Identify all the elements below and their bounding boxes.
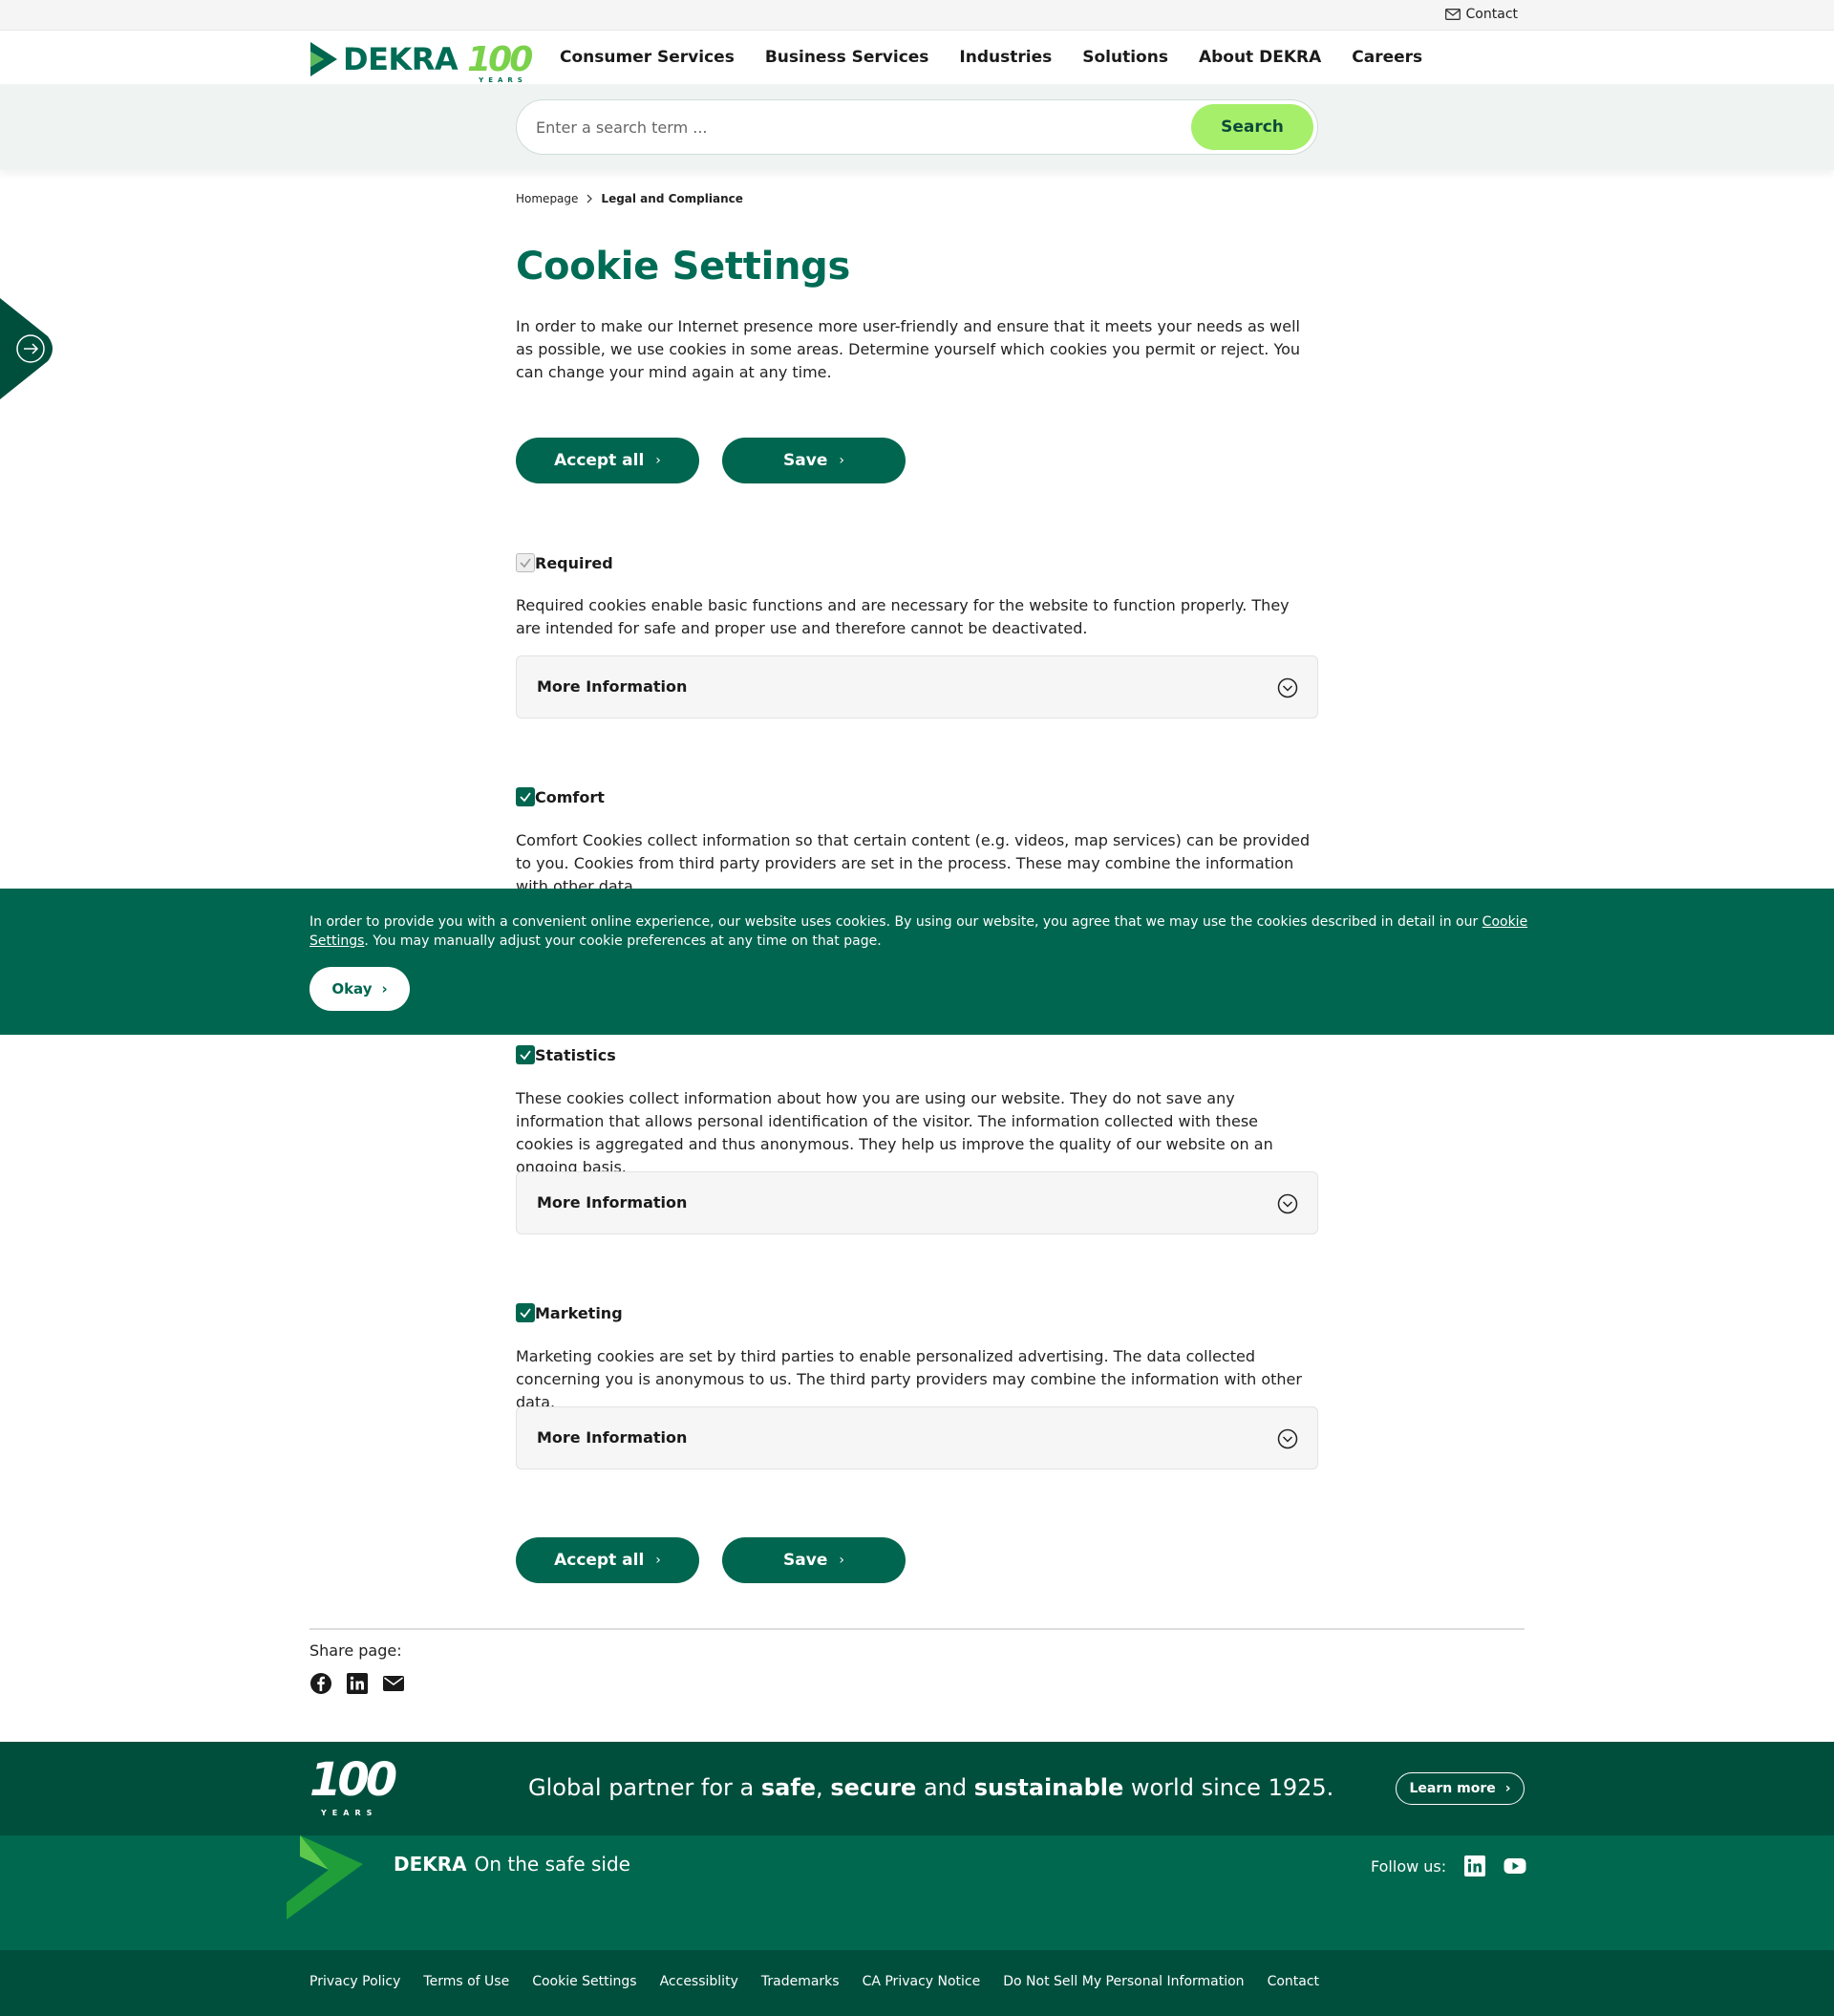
content-divider: [309, 1628, 1525, 1630]
footer-link-cookie-settings[interactable]: Cookie Settings: [532, 1974, 636, 1989]
dekra-footer-logo-icon: [287, 1835, 363, 1919]
nav-careers[interactable]: Careers: [1352, 48, 1422, 67]
chevron-right-icon: ›: [839, 453, 844, 468]
footer-links-bar: Privacy Policy Terms of Use Cookie Setti…: [0, 1950, 1834, 2016]
learn-more-button[interactable]: Learn more ›: [1396, 1772, 1525, 1805]
save-button[interactable]: Save ›: [722, 438, 906, 483]
more-info-statistics[interactable]: More Information: [516, 1171, 1318, 1234]
more-info-label: More Information: [537, 677, 688, 696]
breadcrumb: Homepage Legal and Compliance: [516, 192, 743, 205]
section-marketing-header: Marketing: [516, 1303, 623, 1322]
footer-link-ca-privacy-notice[interactable]: CA Privacy Notice: [863, 1974, 981, 1989]
chevron-right-icon: ›: [655, 453, 661, 468]
chevron-right-icon: [586, 194, 593, 204]
logo-100-years: 100 YEARS: [467, 39, 533, 84]
comfort-checkbox[interactable]: [516, 787, 535, 806]
save-button-bottom[interactable]: Save ›: [722, 1537, 906, 1583]
chevron-down-circle-icon: [1277, 677, 1298, 698]
mail-icon: [1444, 9, 1461, 20]
chevron-right-icon: ›: [1504, 1781, 1511, 1796]
linkedin-icon[interactable]: [346, 1672, 369, 1695]
chevron-right-icon: ›: [655, 1553, 661, 1568]
section-marketing-description: Marketing cookies are set by third parti…: [516, 1347, 1302, 1411]
dekra-logo-mark-icon: [310, 42, 337, 76]
intro-text: In order to make our Internet presence m…: [516, 317, 1301, 381]
required-checkbox: [516, 553, 535, 572]
section-required-header: Required: [516, 553, 613, 572]
accept-all-button[interactable]: Accept all ›: [516, 438, 699, 483]
footer-link-privacy-policy[interactable]: Privacy Policy: [309, 1974, 400, 1989]
search-box: Search: [516, 99, 1318, 155]
more-info-label: More Information: [537, 1193, 688, 1212]
breadcrumb-current: Legal and Compliance: [601, 192, 743, 205]
section-comfort-title: Comfort: [535, 787, 605, 806]
nav-business-services[interactable]: Business Services: [765, 48, 929, 67]
statistics-checkbox[interactable]: [516, 1045, 535, 1064]
anniversary-tagline: Global partner for a safe, secure and su…: [528, 1774, 1334, 1801]
page-title: Cookie Settings: [516, 245, 850, 289]
share-icons: [309, 1672, 405, 1695]
okay-button[interactable]: Okay ›: [309, 967, 410, 1011]
anniversary-band: 100 YEARS Global partner for a safe, secu…: [0, 1742, 1834, 1835]
side-drawer-tab[interactable]: [0, 298, 57, 399]
logo-text: DEKRA: [343, 41, 458, 77]
search-input[interactable]: [536, 100, 1166, 154]
follow-label: Follow us:: [1371, 1856, 1447, 1876]
section-statistics-title: Statistics: [535, 1045, 616, 1064]
marketing-checkbox[interactable]: [516, 1303, 535, 1322]
utility-bar: Contact: [0, 0, 1834, 31]
section-required-title: Required: [535, 553, 613, 572]
breadcrumb-home[interactable]: Homepage: [516, 192, 578, 205]
nav-about-dekra[interactable]: About DEKRA: [1199, 48, 1321, 67]
footer-main: DEKRA On the safe side Follow us:: [0, 1835, 1834, 1950]
footer-link-accessibility[interactable]: Accessiblity: [660, 1974, 738, 1989]
linkedin-icon[interactable]: [1463, 1855, 1486, 1877]
more-info-required[interactable]: More Information: [516, 655, 1318, 718]
section-statistics-header: Statistics: [516, 1045, 616, 1064]
youtube-icon[interactable]: [1503, 1855, 1526, 1877]
more-info-label: More Information: [537, 1428, 688, 1447]
chevron-right-icon: ›: [839, 1553, 844, 1568]
footer-links: Privacy Policy Terms of Use Cookie Setti…: [309, 1974, 1319, 1989]
section-statistics-description: These cookies collect information about …: [516, 1089, 1273, 1176]
dekra-logo[interactable]: DEKRA 100 YEARS: [309, 36, 533, 84]
nav-solutions[interactable]: Solutions: [1082, 48, 1168, 67]
chevron-right-icon: ›: [381, 980, 388, 997]
footer-link-terms-of-use[interactable]: Terms of Use: [423, 1974, 509, 1989]
search-band: Search: [0, 84, 1834, 170]
facebook-icon[interactable]: [309, 1672, 332, 1695]
footer-link-contact[interactable]: Contact: [1268, 1974, 1319, 1989]
share-label: Share page:: [309, 1641, 402, 1660]
cookie-banner: In order to provide you with a convenien…: [0, 889, 1834, 1035]
anniversary-logo: 100 YEARS: [309, 1753, 397, 1817]
footer-link-do-not-sell[interactable]: Do Not Sell My Personal Information: [1003, 1974, 1244, 1989]
more-info-marketing[interactable]: More Information: [516, 1406, 1318, 1469]
email-icon[interactable]: [382, 1672, 405, 1695]
main-nav: Consumer Services Business Services Indu…: [560, 48, 1422, 67]
accept-all-button-bottom[interactable]: Accept all ›: [516, 1537, 699, 1583]
chevron-down-circle-icon: [1277, 1428, 1298, 1449]
section-required-description: Required cookies enable basic functions …: [516, 596, 1290, 637]
nav-consumer-services[interactable]: Consumer Services: [560, 48, 735, 67]
footer-link-trademarks[interactable]: Trademarks: [761, 1974, 840, 1989]
cookie-banner-text: In order to provide you with a convenien…: [309, 914, 1528, 949]
contact-label: Contact: [1465, 7, 1518, 22]
nav-industries[interactable]: Industries: [959, 48, 1052, 67]
chevron-down-circle-icon: [1277, 1193, 1298, 1214]
main-header: DEKRA 100 YEARS Consumer Services Busines…: [0, 31, 1834, 84]
contact-link[interactable]: Contact: [1444, 7, 1518, 22]
footer-brand: DEKRA On the safe side: [394, 1853, 630, 1876]
follow-us: Follow us:: [1371, 1855, 1526, 1877]
section-comfort-header: Comfort: [516, 787, 605, 806]
section-marketing-title: Marketing: [535, 1303, 623, 1322]
search-button[interactable]: Search: [1191, 104, 1313, 150]
